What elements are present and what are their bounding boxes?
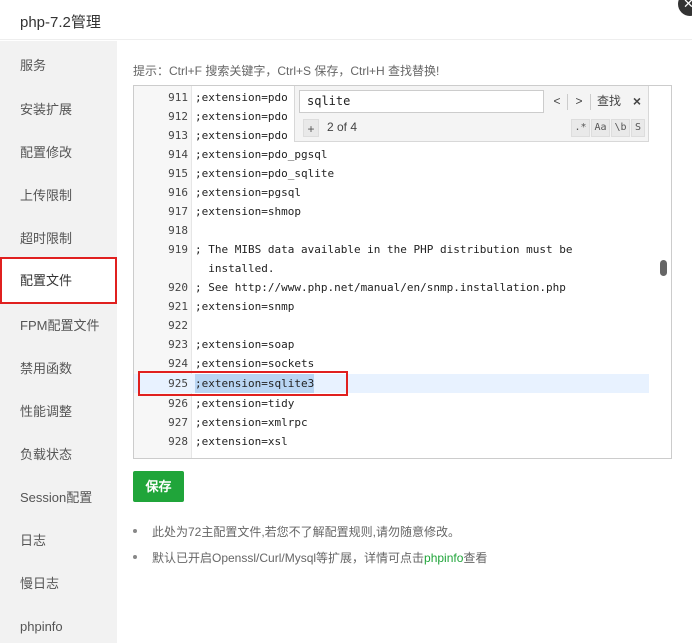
line-number: 914 [168,148,188,161]
editor-scrollbar[interactable] [660,260,667,276]
line-text: ; The MIBS data available in the PHP dis… [195,243,573,256]
sidebar-item-fpm-config-file[interactable]: FPM配置文件 [0,304,117,348]
match-count: 2 of 4 [327,120,358,134]
sidebar-item-timeout-limit[interactable]: 超时限制 [0,217,117,261]
window-title: php-7.2管理 [20,14,101,31]
code-line[interactable]: 918 [134,221,649,240]
prev-match-icon[interactable]: < [548,91,566,112]
code-line[interactable]: 915 ;extension=pdo_sqlite [134,164,649,183]
line-number: 919 [168,243,188,256]
line-text: ;extension=snmp [195,300,295,313]
line-text: ;extension=xsl [195,435,288,448]
search-in-selection-option[interactable]: S [631,119,645,137]
sidebar-item-slow-log[interactable]: 慢日志 [0,562,117,606]
line-text: ;extension=pdo [195,110,288,123]
line-number: 917 [168,205,188,218]
code-line[interactable]: 921 ;extension=snmp [134,297,649,316]
note-text: 默认已开启Openssl/Curl/Mysql等扩展，详情可点击phpinfo查… [152,549,487,566]
line-text: ;extension=pdo [195,129,288,142]
line-number: 923 [168,338,188,351]
code-line[interactable]: 914 ;extension=pdo_pgsql [134,145,649,164]
toggle-replace-button[interactable]: + [303,119,319,137]
regex-option[interactable]: .* [571,119,590,137]
code-editor[interactable]: 911 ;extension=pdo 912 ;extension=pdo 913;… [133,85,672,459]
shortcut-hint: 提示：Ctrl+F 搜索关键字，Ctrl+S 保存，Ctrl+H 查找替换! [133,64,440,78]
sidebar-item-service[interactable]: 服务 [0,44,117,88]
sidebar-item-load-status[interactable]: 负载状态 [0,433,117,477]
line-number: 927 [168,416,188,429]
line-text: ; See http://www.php.net/manual/en/snmp.… [195,281,566,294]
sidebar: 服务 安装扩展 配置修改 上传限制 超时限制 配置文件 FPM配置文件 禁用函数… [0,41,117,643]
whole-word-option[interactable]: \b [611,119,630,137]
separator [567,94,568,110]
line-number: 921 [168,300,188,313]
code-line[interactable]: installed. [134,259,649,278]
next-match-icon[interactable]: > [570,91,588,112]
sidebar-item-disabled-functions[interactable]: 禁用函数 [0,347,117,391]
line-text: ;extension=pdo_pgsql [195,148,328,161]
code-line[interactable]: 923 ;extension=soap [134,335,649,354]
line-number: 922 [168,319,188,332]
bullet [133,529,137,533]
line-number: 928 [168,435,188,448]
sidebar-item-log[interactable]: 日志 [0,519,117,563]
window-titlebar: php-7.2管理 [0,0,692,40]
note-prefix: 默认已开启Openssl/Curl/Mysql等扩展，详情可点击 [152,551,425,565]
sidebar-item-config-file[interactable]: 配置文件 [0,257,117,304]
line-number: 916 [168,186,188,199]
search-button[interactable]: 查找 [592,91,626,112]
case-sensitive-option[interactable]: Aa [591,119,610,137]
line-text: installed. [195,262,275,275]
code-line[interactable]: 926 ;extension=tidy [134,394,649,413]
search-input[interactable]: sqlite [299,90,544,113]
close-find-icon[interactable]: × [628,91,646,112]
line-text: ;extension=pgsql [195,186,301,199]
sidebar-item-performance-tuning[interactable]: 性能调整 [0,390,117,434]
sidebar-item-install-extensions[interactable]: 安装扩展 [0,88,117,132]
code-line[interactable]: 920 ; See http://www.php.net/manual/en/sn… [134,278,649,297]
line-number: 926 [168,397,188,410]
line-number: 912 [168,110,188,123]
line-number: 920 [168,281,188,294]
line-number: 915 [168,167,188,180]
phpinfo-link[interactable]: phpinfo [424,551,463,565]
sidebar-item-session-config[interactable]: Session配置 [0,476,117,520]
line-number: 918 [168,224,188,237]
sidebar-item-phpinfo[interactable]: phpinfo [0,605,117,643]
line-text: ;extension=pdo [195,91,288,104]
note-suffix: 查看 [463,551,488,565]
save-button[interactable]: 保存 [133,471,184,502]
code-line[interactable]: 922 [134,316,649,335]
line-text: ;extension=shmop [195,205,301,218]
find-bar: sqlite < > 查找 × + 2 of 4 .* Aa \b S [294,86,649,142]
line-text: ;extension=tidy [195,397,295,410]
note-text: 此处为72主配置文件,若您不了解配置规则,请勿随意修改。 [152,525,461,539]
line-number: 913 [168,129,188,142]
code-line[interactable]: 919 ; The MIBS data available in the PHP … [134,240,649,259]
code-line[interactable]: 928 ;extension=xsl [134,432,649,451]
sidebar-item-config-edit[interactable]: 配置修改 [0,131,117,175]
code-line[interactable]: 927 ;extension=xmlrpc [134,413,649,432]
line-number: 911 [168,91,188,104]
code-line[interactable]: 916 ;extension=pgsql [134,183,649,202]
bullet [133,555,137,559]
line-text: ;extension=xmlrpc [195,416,308,429]
highlight-box [138,371,348,396]
code-line[interactable]: 917 ;extension=shmop [134,202,649,221]
sidebar-item-upload-limit[interactable]: 上传限制 [0,174,117,218]
line-text: ;extension=soap [195,338,295,351]
separator [590,94,591,110]
line-text: ;extension=pdo_sqlite [195,167,335,180]
